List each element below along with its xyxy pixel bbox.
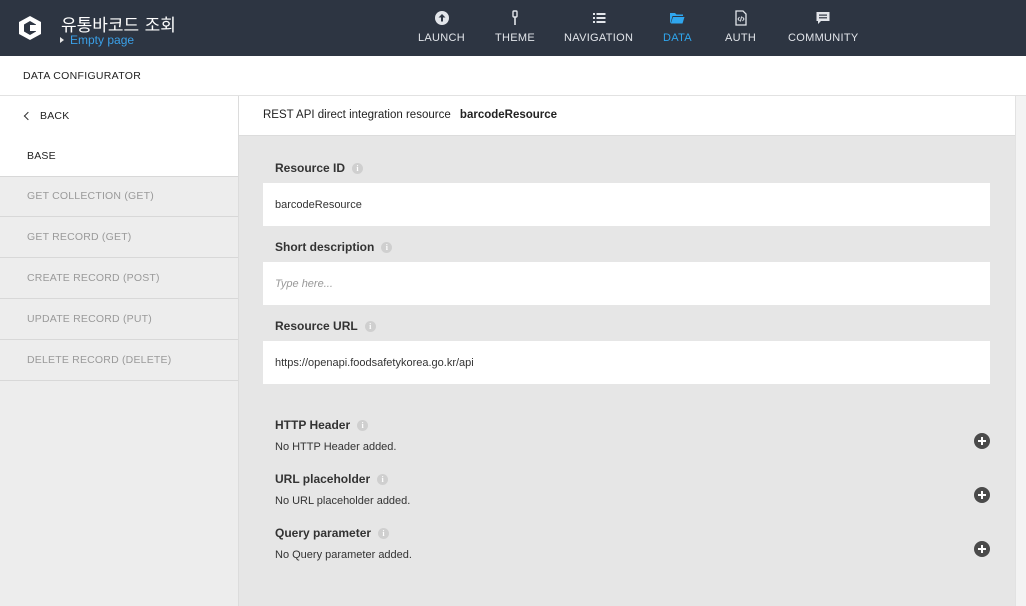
nav-label: LAUNCH bbox=[418, 32, 466, 44]
sidebar-item-label: GET COLLECTION (GET) bbox=[27, 190, 154, 202]
code-file-icon bbox=[734, 10, 747, 26]
sidebar-item-update-record[interactable]: UPDATE RECORD (PUT) bbox=[0, 299, 238, 340]
add-url-placeholder-button[interactable] bbox=[974, 487, 990, 503]
nav-label: THEME bbox=[495, 32, 535, 44]
http-header-empty-text: No HTTP Header added. bbox=[275, 441, 397, 453]
nav-auth[interactable]: AUTH bbox=[725, 10, 756, 50]
nav-data[interactable]: DATA bbox=[663, 10, 692, 50]
sub-header: DATA CONFIGURATOR bbox=[0, 56, 1026, 96]
info-icon[interactable]: i bbox=[357, 419, 369, 431]
url-placeholder-label: URL placeholder i bbox=[275, 472, 389, 486]
chevron-left-icon bbox=[23, 111, 33, 121]
query-parameter-empty-text: No Query parameter added. bbox=[275, 549, 412, 561]
app-logo-icon[interactable] bbox=[17, 15, 43, 41]
sidebar-item-label: GET RECORD (GET) bbox=[27, 231, 132, 243]
chat-icon bbox=[816, 12, 830, 24]
top-bar: 유통바코드 조회 Empty page LAUNCH THEME NAVIGAT… bbox=[0, 0, 1026, 56]
back-label: BACK bbox=[40, 110, 70, 122]
short-description-field[interactable]: Type here... bbox=[263, 262, 990, 305]
short-description-label-text: Short description bbox=[275, 240, 375, 254]
short-description-label: Short description i bbox=[275, 240, 393, 254]
brush-icon bbox=[512, 10, 518, 25]
upload-circle-icon bbox=[434, 11, 449, 25]
resource-header-name: barcodeResource bbox=[459, 109, 558, 121]
add-http-header-button[interactable] bbox=[974, 433, 990, 449]
sidebar-item-create-record[interactable]: CREATE RECORD (POST) bbox=[0, 258, 238, 299]
list-icon bbox=[592, 13, 606, 23]
page-title: DATA CONFIGURATOR bbox=[23, 70, 142, 82]
info-icon[interactable]: i bbox=[377, 473, 389, 485]
add-query-parameter-button[interactable] bbox=[974, 541, 990, 557]
resource-url-label: Resource URL i bbox=[275, 319, 376, 333]
nav-label: COMMUNITY bbox=[788, 32, 859, 44]
sidebar-item-delete-record[interactable]: DELETE RECORD (DELETE) bbox=[0, 340, 238, 381]
nav-community[interactable]: COMMUNITY bbox=[788, 10, 859, 50]
url-placeholder-label-text: URL placeholder bbox=[275, 472, 371, 486]
sidebar-item-label: UPDATE RECORD (PUT) bbox=[27, 313, 152, 325]
http-header-label: HTTP Header i bbox=[275, 418, 369, 432]
info-icon[interactable]: i bbox=[352, 162, 364, 174]
sidebar: BACK BASE GET COLLECTION (GET) GET RECOR… bbox=[0, 96, 239, 606]
info-icon[interactable]: i bbox=[378, 527, 390, 539]
url-placeholder-empty-text: No URL placeholder added. bbox=[275, 495, 411, 507]
query-parameter-label-text: Query parameter bbox=[275, 526, 372, 540]
sidebar-item-get-record[interactable]: GET RECORD (GET) bbox=[0, 217, 238, 258]
resource-header: REST API direct integration resource bar… bbox=[239, 96, 1015, 136]
nav-theme[interactable]: THEME bbox=[495, 10, 535, 50]
resource-id-field[interactable]: barcodeResource bbox=[263, 183, 990, 226]
info-icon[interactable]: i bbox=[364, 320, 376, 332]
resource-header-prefix: REST API direct integration resource bbox=[263, 109, 451, 121]
main-panel: REST API direct integration resource bar… bbox=[239, 96, 1015, 606]
nav-label: AUTH bbox=[725, 32, 757, 44]
resource-url-field[interactable]: https://openapi.foodsafetykorea.go.kr/ap… bbox=[263, 341, 990, 384]
breadcrumb-page[interactable]: Empty page bbox=[70, 33, 134, 47]
sidebar-item-get-collection[interactable]: GET COLLECTION (GET) bbox=[0, 176, 238, 217]
nav-label: DATA bbox=[663, 32, 692, 44]
nav-launch[interactable]: LAUNCH bbox=[418, 10, 465, 50]
scrollbar[interactable] bbox=[1015, 96, 1026, 606]
sidebar-item-label: DELETE RECORD (DELETE) bbox=[27, 354, 172, 366]
resource-id-label: Resource ID i bbox=[275, 161, 364, 175]
breadcrumb[interactable]: Empty page bbox=[60, 33, 134, 47]
back-button[interactable]: BACK bbox=[0, 96, 238, 137]
info-icon[interactable]: i bbox=[381, 241, 393, 253]
query-parameter-label: Query parameter i bbox=[275, 526, 390, 540]
nav-label: NAVIGATION bbox=[564, 32, 634, 44]
sidebar-item-label: CREATE RECORD (POST) bbox=[27, 272, 160, 284]
resource-header-text: REST API direct integration resource bar… bbox=[263, 109, 557, 121]
caret-right-icon bbox=[60, 37, 64, 43]
resource-id-label-text: Resource ID bbox=[275, 161, 346, 175]
http-header-label-text: HTTP Header bbox=[275, 418, 351, 432]
resource-url-label-text: Resource URL bbox=[275, 319, 358, 333]
folder-icon bbox=[670, 13, 685, 24]
nav-navigation[interactable]: NAVIGATION bbox=[564, 10, 633, 50]
sidebar-item-label: BASE bbox=[27, 150, 56, 162]
sidebar-item-base[interactable]: BASE bbox=[0, 136, 238, 177]
